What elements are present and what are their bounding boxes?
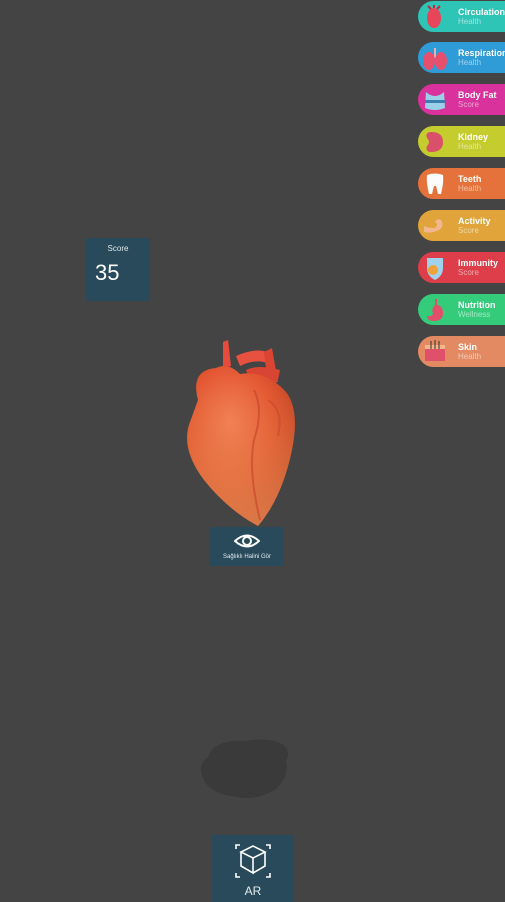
menu-title: Nutrition <box>458 299 496 310</box>
score-value: 35 <box>95 260 120 285</box>
menu-subtitle: Health <box>458 57 482 67</box>
tooth-icon <box>418 168 452 199</box>
menu-title: Teeth <box>458 173 482 184</box>
view-healthy-state-button[interactable]: Sağlıklı Halini Gör <box>210 527 284 566</box>
waist-icon <box>418 84 452 115</box>
stomach-icon <box>418 294 452 325</box>
menu-item-body-fat[interactable]: Body Fat Score <box>418 84 505 115</box>
menu-subtitle: Health <box>458 183 482 193</box>
menu-title: Activity <box>458 215 491 226</box>
menu-title: Immunity <box>458 257 499 268</box>
menu-item-kidney[interactable]: Kidney Health <box>418 126 505 157</box>
menu-subtitle: Score <box>458 99 479 109</box>
menu-subtitle: Score <box>458 267 479 277</box>
heart-3d-model[interactable] <box>168 330 308 530</box>
score-card: Score 35 <box>86 238 150 301</box>
menu-title: Body Fat <box>458 89 497 100</box>
virus-shield-icon <box>418 252 452 283</box>
menu-item-circulation[interactable]: Circulation Health <box>418 1 505 32</box>
menu-subtitle: Health <box>458 141 482 151</box>
menu-item-respiration[interactable]: Respiration Health <box>418 42 505 73</box>
menu-item-nutrition[interactable]: Nutrition Wellness <box>418 294 505 325</box>
kidney-icon <box>418 126 452 157</box>
menu-subtitle: Score <box>458 225 479 235</box>
view-healthy-state-label: Sağlıklı Halini Gör <box>222 554 272 560</box>
menu-item-activity[interactable]: Activity Score <box>418 210 505 241</box>
menu-title: Skin <box>458 341 478 352</box>
menu-subtitle: Health <box>458 16 482 26</box>
menu-title: Kidney <box>458 131 489 142</box>
lungs-icon <box>418 42 452 73</box>
menu-title: Respiration <box>458 47 505 58</box>
menu-item-teeth[interactable]: Teeth Health <box>418 168 505 199</box>
eye-icon <box>233 532 261 550</box>
skin-icon <box>418 336 452 367</box>
score-label: Score <box>107 244 129 253</box>
heart-shadow <box>196 735 292 803</box>
veins-icon <box>418 1 452 32</box>
ar-label: AR <box>244 884 262 898</box>
menu-subtitle: Wellness <box>458 309 491 319</box>
menu-title: Circulation <box>458 6 505 17</box>
ar-cube-icon <box>234 843 272 879</box>
menu-item-skin[interactable]: Skin Health <box>418 336 505 367</box>
menu-subtitle: Health <box>458 351 482 361</box>
arm-muscle-icon <box>418 210 452 241</box>
menu-item-immunity[interactable]: Immunity Score <box>418 252 505 283</box>
ar-button[interactable]: AR <box>212 835 294 902</box>
